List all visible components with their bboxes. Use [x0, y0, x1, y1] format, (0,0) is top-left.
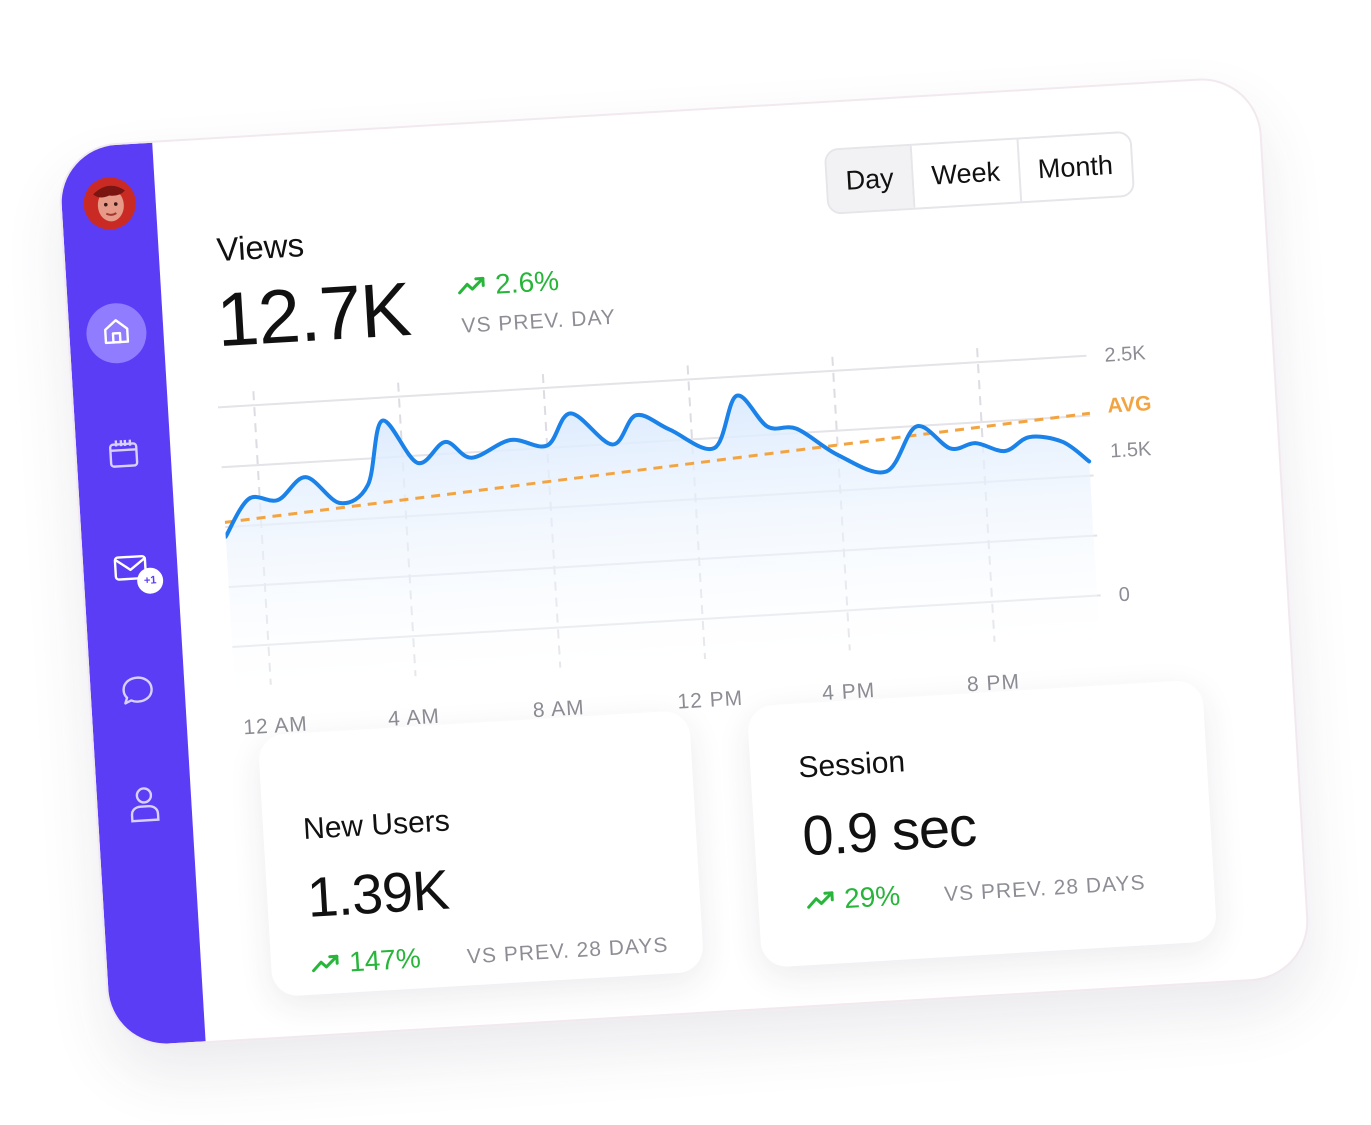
views-area [225, 395, 1100, 687]
card-value: 0.9 sec [800, 794, 978, 868]
card-value: 1.39K [305, 857, 451, 929]
views-change-value: 2.6% [494, 264, 560, 300]
mail-badge: +1 [136, 566, 164, 595]
grid-line [217, 354, 1087, 409]
dashboard-device: +1 Day Week Month Views 12.7K 2.6% VS PR… [56, 75, 1312, 1049]
card-change: 29% [805, 880, 901, 918]
views-comparison: VS PREV. DAY [460, 305, 617, 338]
y-tick-label: 0 [1118, 584, 1130, 607]
period-day-button[interactable]: Day [825, 145, 914, 213]
card-comparison: VS PREV. 28 DAYS [466, 933, 669, 969]
trend-up-icon [456, 269, 488, 303]
user-avatar[interactable] [82, 175, 138, 231]
session-card: Session 0.9 sec 29% VS PREV. 28 DAYS [746, 679, 1218, 969]
trend-up-icon [805, 884, 837, 918]
card-label: Session [797, 745, 906, 785]
new-users-card: New Users 1.39K 147% VS PREV. 28 DAYS [257, 709, 705, 998]
trend-up-icon [310, 947, 342, 981]
sidebar-item-mail[interactable]: +1 [83, 550, 179, 595]
sidebar-item-calendar[interactable] [76, 434, 172, 479]
period-week-button[interactable]: Week [909, 139, 1020, 208]
views-value: 12.7K [214, 266, 413, 364]
sidebar-item-chat[interactable] [90, 670, 186, 717]
y-tick-label: 1.5K [1110, 438, 1153, 462]
user-icon [126, 783, 163, 830]
sidebar-item-profile[interactable] [96, 782, 193, 832]
card-comparison: VS PREV. 28 DAYS [943, 871, 1147, 907]
x-tick-label: 12 PM [677, 687, 744, 714]
sidebar-item-home[interactable] [68, 301, 165, 366]
card-change-value: 29% [843, 879, 902, 915]
chat-bubble-icon [119, 672, 157, 715]
views-chart: 2.5K1.5K0AVG12 AM 4 AM 8 AM 12 PM 4 PM 8 PM [217, 342, 1153, 739]
period-selector: Day Week Month [823, 130, 1135, 215]
card-change: 147% [310, 942, 422, 981]
views-title: Views [215, 226, 306, 269]
calendar-icon [106, 436, 142, 477]
views-change: 2.6% [456, 265, 560, 303]
card-change-value: 147% [348, 942, 422, 978]
avg-label: AVG [1107, 392, 1152, 418]
home-icon [99, 314, 133, 353]
y-tick-label: 2.5K [1104, 342, 1147, 366]
main-content: Day Week Month Views 12.7K 2.6% VS PREV.… [152, 77, 1309, 1041]
card-label: New Users [302, 804, 451, 847]
period-month-button[interactable]: Month [1016, 132, 1133, 202]
